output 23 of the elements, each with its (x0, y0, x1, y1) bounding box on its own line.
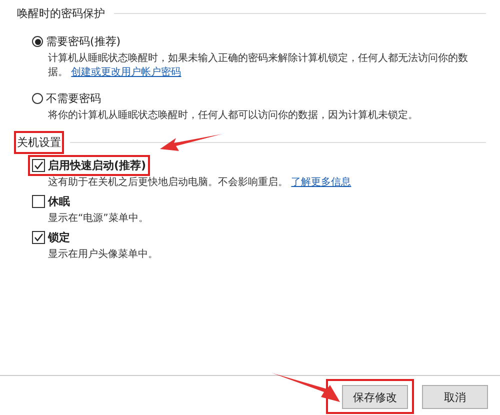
option-description: 显示在“电源”菜单中。 (48, 212, 150, 226)
option-description: 计算机从睡眠状态唤醒时，如果未输入正确的密码来解除计算机锁定，任何人都无法访问你的数据。 创建或更改用户帐户密码 (48, 52, 469, 80)
option-description: 显示在用户头像菜单中。 (48, 248, 159, 262)
annotation-arrow (272, 373, 340, 403)
help-link[interactable]: 创建或更改用户帐户密码 (71, 67, 182, 78)
checkbox[interactable] (32, 231, 45, 244)
annotation-arrow (160, 134, 222, 154)
option-label: 不需要密码 (46, 91, 101, 106)
checkbox[interactable] (32, 159, 45, 172)
option-label: 启用快速启动(推荐) (48, 158, 146, 173)
radio-button[interactable] (32, 36, 43, 47)
option-label: 锁定 (48, 230, 70, 245)
help-link[interactable]: 了解更多信息 (291, 177, 352, 188)
section-title: 唤醒时的密码保护 (16, 6, 106, 22)
checkbox[interactable] (32, 195, 45, 208)
cancel-button[interactable]: 取消 (422, 385, 488, 409)
radio-button[interactable] (32, 93, 43, 104)
option-description: 这有助于在关机之后更快地启动电脑。不会影响重启。 了解更多信息 (48, 176, 352, 190)
option-label: 需要密码(推荐) (46, 34, 121, 49)
option-description: 将你的计算机从睡眠状态唤醒时，任何人都可以访问你的数据，因为计算机未锁定。 (48, 109, 419, 123)
option-label: 休眠 (48, 194, 70, 209)
section-title: 关机设置 (14, 131, 64, 154)
save-button[interactable]: 保存修改 (342, 385, 408, 409)
